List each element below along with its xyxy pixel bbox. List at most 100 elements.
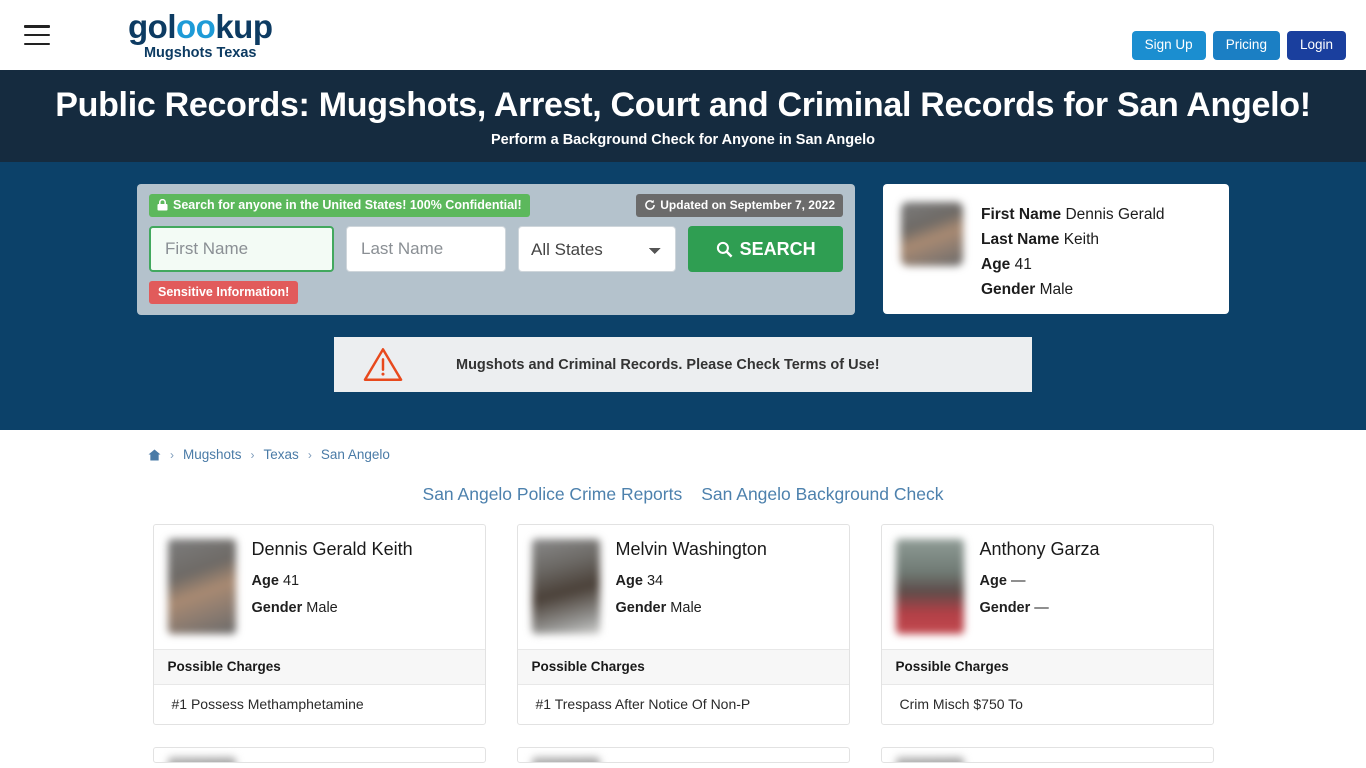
terms-notice-text: Mugshots and Criminal Records. Please Ch… <box>456 356 880 373</box>
mugshot-photo <box>531 539 600 635</box>
breadcrumb-separator: › <box>170 447 174 462</box>
hamburger-bar <box>24 42 50 45</box>
pricing-button[interactable]: Pricing <box>1212 31 1280 60</box>
mugshot-photo <box>167 539 236 635</box>
result-gender-value: Male <box>306 600 338 617</box>
results-grid-next-row <box>0 747 1366 764</box>
result-card[interactable]: Dennis Gerald Keith Age 41 Gender Male P… <box>152 524 486 726</box>
mugshot-photo <box>895 757 964 763</box>
login-button[interactable]: Login <box>1286 31 1346 60</box>
hamburger-bar <box>24 33 50 37</box>
sub-links: San Angelo Police Crime Reports San Ange… <box>0 484 1366 505</box>
brand-prefix: gol <box>128 7 176 45</box>
breadcrumb-separator: › <box>250 447 255 462</box>
result-name: Melvin Washington <box>615 539 767 560</box>
updated-badge-text: Updated on September 7, 2022 <box>660 198 835 213</box>
headline-band: Public Records: Mugshots, Arrest, Court … <box>0 70 1366 163</box>
result-gender-row: Gender Male <box>252 600 413 616</box>
hero-row: Search for anyone in the United States! … <box>0 184 1366 316</box>
page-subtitle: Perform a Background Check for Anyone in… <box>490 132 876 149</box>
result-gender-value: — <box>1034 600 1049 617</box>
featured-details: First Name Dennis Gerald Last Name Keith… <box>981 202 1165 302</box>
result-card[interactable]: Melvin Washington Age 34 Gender Male Pos… <box>516 524 850 726</box>
first-name-input[interactable] <box>149 226 334 273</box>
result-age-label: Age <box>979 573 1007 590</box>
charge-item: #1 Possess Methamphetamine <box>171 696 364 713</box>
result-card-header <box>518 748 849 763</box>
terms-notice-wrap: Mugshots and Criminal Records. Please Ch… <box>0 337 1366 393</box>
result-card-details: Melvin Washington Age 34 Gender Male <box>616 539 767 634</box>
result-gender-row: Gender — <box>980 600 1100 616</box>
result-gender-label: Gender <box>615 600 667 617</box>
result-gender-label: Gender <box>251 600 303 617</box>
result-gender-row: Gender Male <box>616 600 767 616</box>
featured-age-row: Age 41 <box>981 252 1165 277</box>
breadcrumb-item-mugshots[interactable]: Mugshots <box>183 447 242 462</box>
featured-last-name-label: Last Name <box>981 231 1060 249</box>
result-card[interactable] <box>880 747 1214 764</box>
breadcrumb: › Mugshots › Texas › San Angelo <box>0 430 1366 462</box>
featured-gender-label: Gender <box>981 281 1036 299</box>
brand-wordmark: golookup <box>128 7 273 45</box>
possible-charges-header: Possible Charges <box>881 649 1213 686</box>
brand-lens-icon: oo <box>175 7 216 45</box>
warning-triangle-icon <box>363 347 403 381</box>
result-name: Dennis Gerald Keith <box>251 539 413 560</box>
possible-charges-header: Possible Charges <box>153 649 485 686</box>
search-fields: All States SEARCH <box>149 226 843 273</box>
link-background-check[interactable]: San Angelo Background Check <box>701 484 943 505</box>
charge-item: #1 Trespass After Notice Of Non-P <box>535 696 751 713</box>
link-police-crime-reports[interactable]: San Angelo Police Crime Reports <box>423 484 683 505</box>
featured-age-value: 41 <box>1014 256 1032 274</box>
result-card[interactable] <box>516 747 850 764</box>
page-title: Public Records: Mugshots, Arrest, Court … <box>55 86 1311 124</box>
result-age-value: 41 <box>282 573 300 590</box>
result-card-details: Anthony Garza Age — Gender — <box>980 539 1100 634</box>
search-button[interactable]: SEARCH <box>688 226 843 273</box>
confidential-badge: Search for anyone in the United States! … <box>149 194 530 218</box>
result-gender-label: Gender <box>979 600 1031 617</box>
confidential-badge-text: Search for anyone in the United States! … <box>173 198 522 213</box>
state-select[interactable]: All States <box>518 226 677 273</box>
breadcrumb-separator: › <box>307 447 312 462</box>
result-card-header <box>154 748 485 763</box>
featured-record-card[interactable]: First Name Dennis Gerald Last Name Keith… <box>883 184 1229 315</box>
search-panel-header: Search for anyone in the United States! … <box>149 194 843 218</box>
sensitive-info-badge: Sensitive Information! <box>149 281 299 305</box>
terms-notice: Mugshots and Criminal Records. Please Ch… <box>334 337 1032 393</box>
hamburger-menu-icon[interactable] <box>24 25 50 45</box>
result-age-value: 34 <box>646 573 664 590</box>
result-card-header: Anthony Garza Age — Gender — <box>882 525 1213 649</box>
breadcrumb-item-san-angelo[interactable]: San Angelo <box>321 447 390 462</box>
mugshot-photo <box>895 539 964 635</box>
magnifier-icon <box>716 241 733 258</box>
featured-age-label: Age <box>981 256 1011 274</box>
mugshot-photo <box>167 757 236 763</box>
possible-charges-header: Possible Charges <box>517 649 849 686</box>
result-card[interactable] <box>152 747 486 764</box>
results-grid: Dennis Gerald Keith Age 41 Gender Male P… <box>0 524 1366 726</box>
brand-suffix: kup <box>215 7 273 45</box>
result-card-header: Melvin Washington Age 34 Gender Male <box>518 525 849 649</box>
result-card-header <box>882 748 1213 763</box>
refresh-icon <box>645 199 656 210</box>
breadcrumb-item-texas[interactable]: Texas <box>264 447 299 462</box>
brand-logo[interactable]: golookup Mugshots Texas <box>128 7 273 61</box>
result-age-row: Age — <box>980 573 1100 589</box>
sign-up-button[interactable]: Sign Up <box>1131 31 1206 60</box>
featured-last-name-row: Last Name Keith <box>981 227 1165 252</box>
updated-badge: Updated on September 7, 2022 <box>636 194 843 218</box>
result-age-row: Age 41 <box>252 573 413 589</box>
search-button-label: SEARCH <box>739 238 816 259</box>
featured-first-name-value: Dennis Gerald <box>1065 206 1165 224</box>
result-age-value: — <box>1010 573 1026 590</box>
home-icon[interactable] <box>148 449 161 461</box>
result-age-label: Age <box>615 573 643 590</box>
mugshot-photo <box>531 757 600 763</box>
hamburger-bar <box>24 25 50 28</box>
result-card[interactable]: Anthony Garza Age — Gender — Possible Ch… <box>880 524 1214 726</box>
featured-first-name-label: First Name <box>981 206 1062 224</box>
hero-section: Search for anyone in the United States! … <box>0 162 1366 431</box>
result-card-details: Dennis Gerald Keith Age 41 Gender Male <box>252 539 413 634</box>
last-name-input[interactable] <box>346 226 506 273</box>
